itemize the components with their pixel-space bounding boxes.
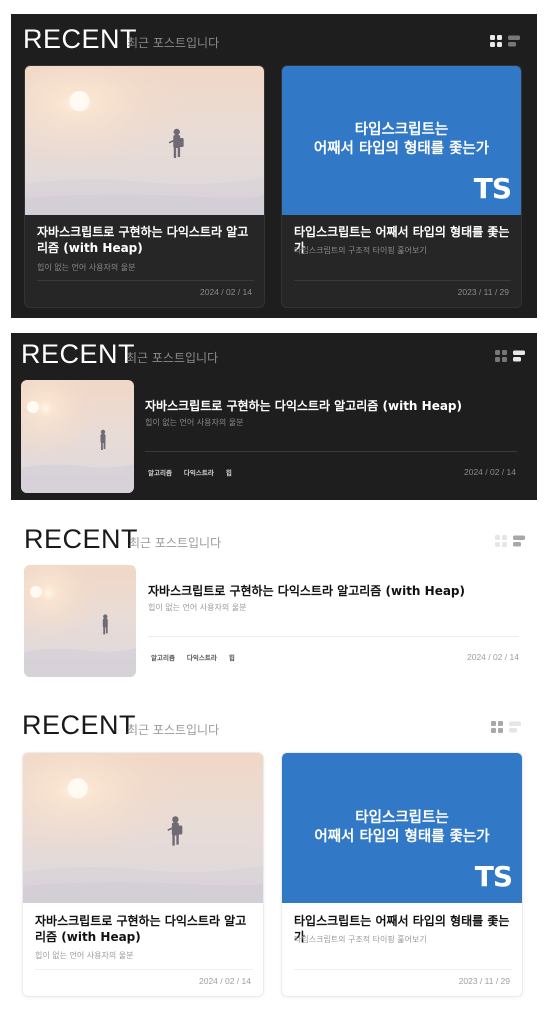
section-title: RECENT xyxy=(23,24,138,54)
list-view-icon[interactable] xyxy=(507,34,521,48)
post-thumbnail-fog xyxy=(25,66,264,215)
view-toggle xyxy=(489,34,521,48)
recent-section-dark-list: RECENT 최근 포스트입니다 자바스크립트로 구현하는 다익스트라 알고리즘… xyxy=(11,333,537,500)
thumbnail-text-line-2: 어째서 타입의 형태를 좇는가 xyxy=(313,141,490,157)
list-view-icon[interactable] xyxy=(508,720,522,734)
recent-section-light-list: RECENT 최근 포스트입니다 자바스크립트로 구현하는 다익스트라 알고리즘… xyxy=(11,518,537,688)
divider xyxy=(37,280,254,281)
post-description: 힙이 없는 언어 사용자의 울분 xyxy=(37,263,136,272)
thumbnail-text-line-2: 어째서 타입의 형태를 좇는가 xyxy=(314,829,490,845)
post-date: 2024 / 02 / 14 xyxy=(200,287,252,297)
divider xyxy=(294,280,511,281)
divider xyxy=(294,969,512,970)
post-title[interactable]: 자바스크립트로 구현하는 다익스트라 알고리즘 (with Heap) xyxy=(145,397,462,414)
divider xyxy=(35,969,253,970)
section-title: RECENT xyxy=(22,710,137,740)
post-card[interactable]: 자바스크립트로 구현하는 다익스트라 알고리즘 (with Heap) 힙이 없… xyxy=(24,65,265,308)
recent-section-dark-grid: RECENT 최근 포스트입니다 자바스크립트로 구현하는 다익스트라 알고리즘… xyxy=(11,14,537,318)
recent-section-light-grid: RECENT 최근 포스트입니다 자바스크립트로 구현하는 다익스트라 알고리즘… xyxy=(11,705,537,1010)
post-thumbnail-fog xyxy=(21,380,134,493)
post-title[interactable]: 자바스크립트로 구현하는 다익스트라 알고리즘 (with Heap) xyxy=(35,913,253,945)
thumbnail-text-line-1: 타입스크립트는 xyxy=(354,122,449,138)
grid-view-icon[interactable] xyxy=(490,720,504,734)
view-toggle xyxy=(490,720,522,734)
post-thumbnail-typescript: 타입스크립트는 어째서 타입의 형태를 좇는가 TS xyxy=(282,753,522,903)
tag[interactable]: 힙 xyxy=(226,467,232,477)
divider xyxy=(145,451,517,452)
post-list-item[interactable]: 자바스크립트로 구현하는 다익스트라 알고리즘 (with Heap) 힙이 없… xyxy=(11,518,537,688)
post-thumbnail-fog xyxy=(24,565,136,677)
post-thumbnail-fog xyxy=(23,753,263,903)
post-title[interactable]: 자바스크립트로 구현하는 다익스트라 알고리즘 (with Heap) xyxy=(148,582,465,599)
tag[interactable]: 힙 xyxy=(229,652,235,662)
post-date: 2024 / 02 / 14 xyxy=(464,467,516,477)
typescript-logo: TS xyxy=(473,172,512,205)
post-thumbnail-typescript: 타입스크립트는 어째서 타입의 형태를 좇는가 TS xyxy=(282,66,521,215)
section-subtitle: 최근 포스트입니다 xyxy=(127,723,220,737)
post-description: 힙이 없는 언어 사용자의 울분 xyxy=(148,603,247,612)
tag[interactable]: 다익스트라 xyxy=(184,467,214,477)
post-list-item[interactable]: 자바스크립트로 구현하는 다익스트라 알고리즘 (with Heap) 힙이 없… xyxy=(11,333,537,500)
tag[interactable]: 알고리즘 xyxy=(151,652,175,662)
post-description: 타입스크립트의 구조적 타이핑 훑어보기 xyxy=(294,935,427,944)
section-subtitle: 최근 포스트입니다 xyxy=(127,36,220,50)
tag-list: 알고리즘 다익스트라 힙 xyxy=(148,467,232,477)
thumbnail-text-line-1: 타입스크립트는 xyxy=(355,810,449,826)
divider xyxy=(148,636,519,637)
grid-view-icon[interactable] xyxy=(489,34,503,48)
post-card[interactable]: 타입스크립트는 어째서 타입의 형태를 좇는가 TS 타입스크립트는 어째서 타… xyxy=(281,65,522,308)
post-date: 2024 / 02 / 14 xyxy=(467,652,519,662)
tag-list: 알고리즘 다익스트라 힙 xyxy=(151,652,235,662)
post-card[interactable]: 타입스크립트는 어째서 타입의 형태를 좇는가 TS 타입스크립트는 어째서 타… xyxy=(281,752,523,997)
post-date: 2023 / 11 / 29 xyxy=(457,287,509,297)
post-date: 2023 / 11 / 29 xyxy=(458,976,510,986)
post-date: 2024 / 02 / 14 xyxy=(199,976,251,986)
post-description: 힙이 없는 언어 사용자의 울분 xyxy=(35,951,134,960)
post-card[interactable]: 자바스크립트로 구현하는 다익스트라 알고리즘 (with Heap) 힙이 없… xyxy=(22,752,264,997)
post-description: 타입스크립트의 구조적 타이핑 훑어보기 xyxy=(294,246,427,255)
tag[interactable]: 알고리즘 xyxy=(148,467,172,477)
post-description: 힙이 없는 언어 사용자의 울분 xyxy=(145,418,244,427)
post-title[interactable]: 자바스크립트로 구현하는 다익스트라 알고리즘 (with Heap) xyxy=(37,224,254,256)
tag[interactable]: 다익스트라 xyxy=(187,652,217,662)
typescript-logo: TS xyxy=(474,860,513,893)
